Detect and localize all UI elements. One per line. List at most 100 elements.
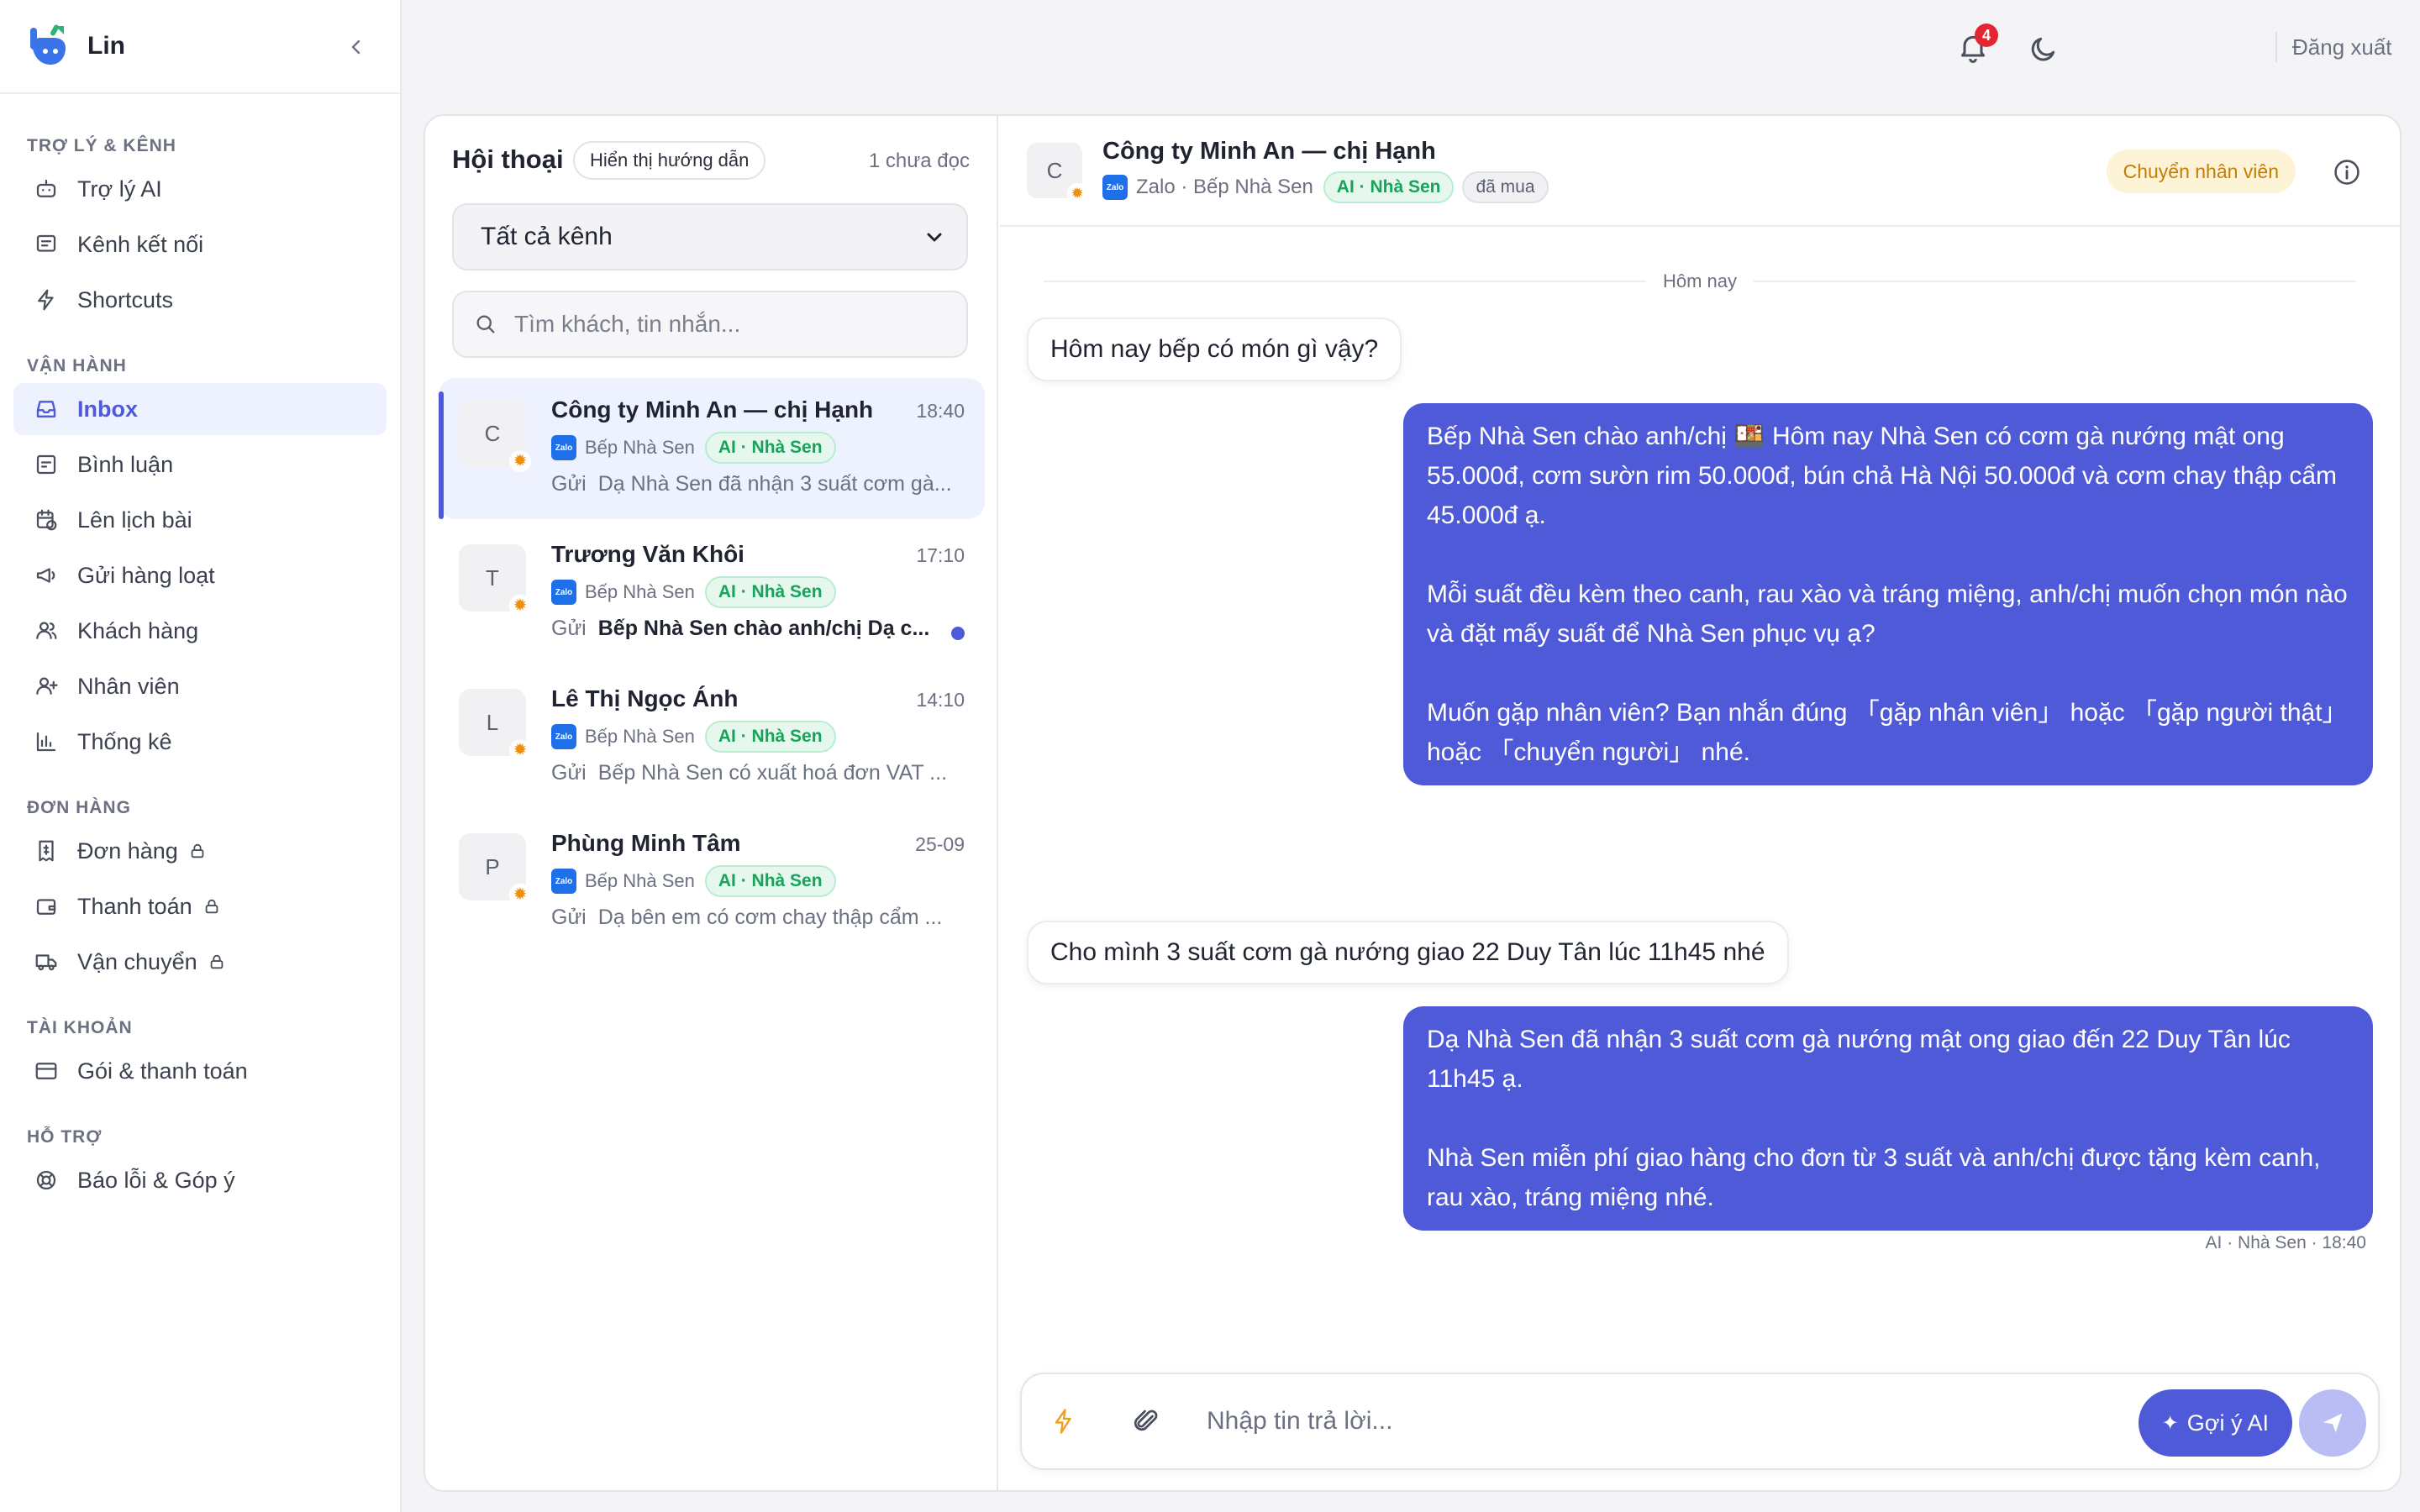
message-paragraph: Nhà Sen miễn phí giao hàng cho đơn từ 3 …	[1427, 1144, 2321, 1211]
sun-icon: ✹	[1067, 183, 1087, 203]
app-logo-icon	[27, 23, 69, 70]
sidebar-item-comment[interactable]: Bình luận	[13, 438, 387, 491]
contact-name: Công ty Minh An — chị Hạnh	[1102, 138, 1436, 165]
conversation-item[interactable]: L ✹ Lê Thị Ngọc Ánh 14:10 Zalo Bếp Nhà S…	[439, 667, 985, 808]
conversation-meta: Zalo Bếp Nhà Sen AI · Nhà Sen	[551, 721, 836, 753]
attach-button[interactable]	[1131, 1406, 1165, 1440]
sidebar-item-message-square[interactable]: Kênh kết nối	[13, 218, 387, 270]
lock-icon	[203, 897, 221, 916]
users-icon	[32, 617, 60, 645]
info-icon	[2334, 160, 2360, 185]
ai-agent-tag: AI · Nhà Sen	[704, 576, 836, 608]
contact-meta: Zalo Zalo · Bếp Nhà Sen AI · Nhà Sen đã …	[1102, 171, 1549, 203]
conversation-item[interactable]: C ✹ Công ty Minh An — chị Hạnh 18:40 Zal…	[439, 378, 985, 519]
message-preview: Gửi Dạ bên em có cơm chay thập cẩm ...	[551, 906, 971, 930]
sidebar-item-label: Inbox	[77, 396, 138, 422]
sidebar-item-inbox[interactable]: Inbox	[13, 383, 387, 435]
sidebar-item-bot[interactable]: Trợ lý AI	[13, 163, 387, 215]
conversation-meta: Zalo Bếp Nhà Sen AI · Nhà Sen	[551, 432, 836, 464]
sidebar-item-credit-card[interactable]: Gói & thanh toán	[13, 1045, 387, 1097]
sidebar-item-users[interactable]: Khách hàng	[13, 605, 387, 657]
page-name: Bếp Nhà Sen	[585, 581, 695, 602]
avatar-initial: T	[486, 564, 499, 591]
contact-name: Lê Thị Ngọc Ánh	[551, 685, 739, 711]
sidebar-item-zap[interactable]: Shortcuts	[13, 274, 387, 326]
sidebar-nav: TRỢ LÝ & KÊNH Trợ lý AI Kênh kết nối Sho…	[0, 94, 400, 1206]
zap-icon	[32, 286, 60, 314]
ai-suggest-button[interactable]: ✦ Gợi ý AI	[2138, 1389, 2292, 1457]
conversation-item[interactable]: P ✹ Phùng Minh Tâm 25-09 Zalo Bếp Nhà Se…	[439, 811, 985, 953]
user-plus-icon	[32, 672, 60, 701]
ai-agent-tag: AI · Nhà Sen	[704, 721, 836, 753]
lock-icon	[208, 953, 226, 971]
sidebar-item-label: Khách hàng	[77, 617, 199, 643]
message-signature: AI · Nhà Sen · 18:40	[2205, 1233, 2366, 1252]
moon-icon	[2031, 37, 2055, 61]
inbox-card: Hội thoại Hiển thị hướng dẫn 1 chưa đọc …	[424, 114, 2402, 1492]
paperclip-icon	[1134, 1410, 1158, 1431]
sidebar-item-label: Lên lịch bài	[77, 507, 192, 533]
chevron-left-icon	[351, 39, 360, 55]
sidebar-item-bar-chart[interactable]: Thống kê	[13, 716, 387, 768]
logout-button[interactable]: Đăng xuất	[2292, 32, 2392, 62]
sidebar-item-truck[interactable]: Vận chuyển	[13, 936, 387, 988]
sidebar-item-calendar-clock[interactable]: Lên lịch bài	[13, 494, 387, 546]
sun-icon: ✹	[509, 884, 531, 906]
outgoing-message: Dạ Nhà Sen đã nhận 3 suất cơm gà nướng m…	[1403, 1006, 2373, 1231]
sidebar-item-label: Đơn hàng	[77, 837, 178, 864]
bar-chart-icon	[32, 727, 60, 756]
topbar: 4 Đăng xuất	[402, 0, 2420, 94]
app-name: Lin	[87, 32, 125, 60]
sidebar-item-lifebuoy[interactable]: Báo lỗi & Góp ý	[13, 1154, 387, 1206]
message-preview: Gửi Dạ Nhà Sen đã nhận 3 suất cơm gà...	[551, 472, 971, 496]
message-thread: Hôm nay Hôm nay bếp có món gì vậy? Bếp N…	[1000, 227, 2400, 1373]
preview-text: Bếp Nhà Sen chào anh/chị Dạ c...	[597, 617, 930, 640]
preview-prefix: Gửi	[551, 761, 587, 785]
reply-input[interactable]	[1207, 1398, 2114, 1445]
bot-icon	[32, 175, 60, 203]
info-button[interactable]	[2333, 158, 2361, 186]
outgoing-message: Bếp Nhà Sen chào anh/chị 🍱 Hôm nay Nhà S…	[1403, 403, 2373, 785]
credit-card-icon	[32, 1057, 60, 1085]
nav-section-title: HỖ TRỢ	[27, 1127, 103, 1147]
zalo-icon: Zalo	[1102, 175, 1128, 200]
receipt-icon	[32, 837, 60, 865]
channel-filter-select[interactable]: Tất cả kênh	[452, 203, 968, 270]
preview-prefix: Gửi	[551, 472, 587, 496]
sidebar-item-megaphone[interactable]: Gửi hàng loạt	[13, 549, 387, 601]
send-button[interactable]	[2299, 1389, 2366, 1457]
channel-filter-value: Tất cả kênh	[481, 223, 613, 250]
brand-header: Lin	[0, 0, 400, 94]
search-input[interactable]	[514, 311, 951, 338]
sidebar-item-wallet[interactable]: Thanh toán	[13, 880, 387, 932]
transfer-to-staff-button[interactable]: Chuyển nhân viên	[2106, 150, 2296, 193]
sidebar-item-label: Vận chuyển	[77, 948, 197, 974]
page-name: Bếp Nhà Sen	[585, 870, 695, 891]
conversation-meta: Zalo Bếp Nhà Sen AI · Nhà Sen	[551, 865, 836, 897]
avatar: C ✹	[1027, 143, 1087, 203]
zalo-icon: Zalo	[551, 869, 576, 894]
status-tag: đã mua	[1462, 171, 1549, 203]
conversation-time: 18:40	[916, 400, 965, 422]
sun-icon: ✹	[509, 739, 531, 761]
avatar: P ✹	[459, 833, 531, 906]
conversation-time: 17:10	[916, 544, 965, 566]
message-paragraph: Bếp Nhà Sen chào anh/chị 🍱 Hôm nay Nhà S…	[1427, 423, 2338, 529]
preview-prefix: Gửi	[551, 617, 587, 640]
unread-dot	[951, 627, 965, 640]
notifications-button[interactable]: 4	[1956, 24, 1998, 67]
shortcuts-button[interactable]	[1049, 1406, 1082, 1440]
conversation-item[interactable]: T ✹ Trương Văn Khôi 17:10 Zalo Bếp Nhà S…	[439, 522, 985, 664]
conversation-panel: Hội thoại Hiển thị hướng dẫn 1 chưa đọc …	[425, 116, 998, 1490]
sidebar: Lin TRỢ LÝ & KÊNH Trợ lý AI Kênh kết nối…	[0, 0, 402, 1512]
zalo-icon: Zalo	[551, 724, 576, 749]
show-guide-button[interactable]: Hiển thị hướng dẫn	[573, 141, 766, 180]
theme-toggle-button[interactable]	[2027, 32, 2060, 66]
sidebar-item-receipt[interactable]: Đơn hàng	[13, 825, 387, 877]
sidebar-item-user-plus[interactable]: Nhân viên	[13, 660, 387, 712]
collapse-sidebar-button[interactable]	[343, 34, 370, 60]
message-text: Cho mình 3 suất cơm gà nướng giao 22 Duy…	[1050, 938, 1765, 966]
search-box[interactable]	[452, 291, 968, 358]
sun-icon: ✹	[509, 595, 531, 617]
avatar-initial: L	[486, 709, 499, 735]
